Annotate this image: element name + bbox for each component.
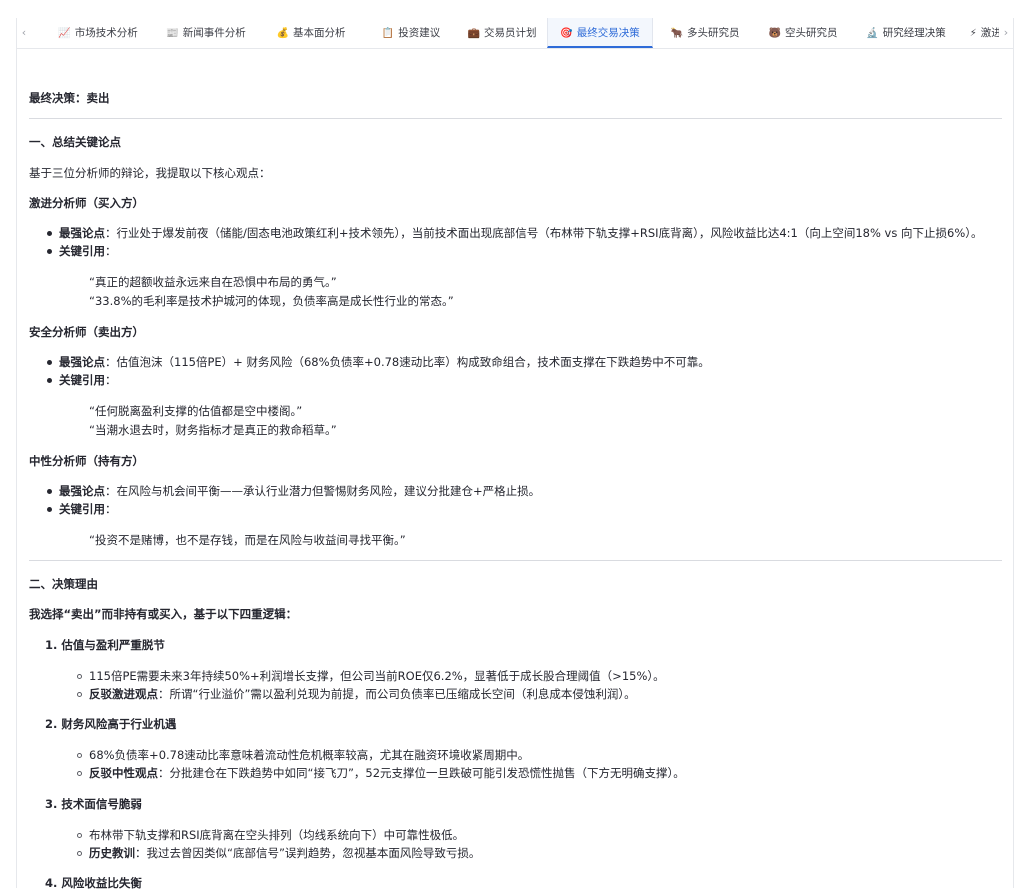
bullet bbox=[47, 378, 52, 383]
sub-bullet bbox=[77, 771, 82, 776]
reason-3-point: 布林带下轨支撑和RSI底背离在空头排列（均线系统向下）中可靠性极低。 bbox=[89, 828, 465, 842]
bullet bbox=[47, 249, 52, 254]
tab-market-technical[interactable]: 📈 市场技术分析 bbox=[45, 18, 151, 48]
bullet bbox=[47, 489, 52, 494]
tab-news-events[interactable]: 📰 新闻事件分析 bbox=[153, 18, 259, 48]
bull-icon: 🐂 bbox=[670, 28, 683, 39]
tab-bar: ‹ 📈 市场技术分析 📰 新闻事件分析 💰 基本面分析 📋 投资建议 💼 交易员计划 🎯 最… bbox=[17, 18, 1013, 49]
tab-fundamentals[interactable]: 💰 基本面分析 bbox=[261, 18, 361, 48]
neutral-key-quote-label: 关键引用： bbox=[59, 502, 117, 516]
reason-4-title: 4. 风险收益比失衡 bbox=[45, 876, 142, 890]
safe-key-quote-label: 关键引用： bbox=[59, 373, 117, 387]
tab-bear-researcher[interactable]: 🐻 空头研究员 bbox=[757, 18, 849, 48]
clipboard-icon: 📋 bbox=[381, 28, 395, 39]
bullet bbox=[47, 231, 52, 236]
bear-icon: 🐻 bbox=[768, 28, 781, 39]
bullet bbox=[47, 360, 52, 365]
safe-quote-1: “任何脱离盈利支撑的估值都是空中楼阁。” bbox=[89, 404, 303, 418]
section1-intro: 基于三位分析师的辩论，我提取以下核心观点： bbox=[29, 166, 271, 180]
chart-icon: 📈 bbox=[58, 28, 71, 39]
briefcase-icon: 💼 bbox=[467, 28, 480, 39]
neutral-quote-1: “投资不是赌博，也不是存钱，而是在风险与收益间寻找平衡。” bbox=[89, 533, 406, 547]
section1-heading: 一、总结关键论点 bbox=[29, 135, 121, 149]
tab-scroll-left-icon[interactable]: ‹ bbox=[17, 18, 31, 48]
sub-bullet bbox=[77, 692, 82, 697]
lightning-icon: ⚡ bbox=[969, 28, 977, 39]
money-bag-icon: 💰 bbox=[276, 28, 289, 39]
reason-1-rebuttal: 反驳激进观点：所谓“行业溢价”需以盈利兑现为前提，而公司负债率已压缩成长空间（利… bbox=[89, 687, 636, 701]
sub-bullet bbox=[77, 851, 82, 856]
section2-intro: 我选择“卖出”而非持有或买入，基于以下四重逻辑： bbox=[29, 607, 298, 621]
tab-container: ‹ 📈 市场技术分析 📰 新闻事件分析 💰 基本面分析 📋 投资建议 💼 交易员计划 🎯 最… bbox=[16, 18, 1014, 890]
target-icon: 🎯 bbox=[560, 28, 573, 39]
tab-final-trade-decision[interactable]: 🎯 最终交易决策 bbox=[547, 18, 653, 48]
reason-2-rebuttal: 反驳中性观点：分批建仓在下跌趋势中如同“接飞刀”，52元支撑位一旦跌破可能引发恐… bbox=[89, 766, 685, 780]
divider bbox=[29, 118, 1002, 119]
aggressive-key-quote-label: 关键引用： bbox=[59, 244, 117, 258]
reason-3-lesson: 历史教训：我过去曾因类似“底部信号”误判趋势，忽视基本面风险导致亏损。 bbox=[89, 846, 481, 860]
aggressive-quote-2: “33.8%的毛利率是技术护城河的体现，负债率高是成长性行业的常态。” bbox=[89, 294, 454, 308]
final-decision-heading: 最终决策：卖出 bbox=[29, 91, 110, 105]
safe-analyst-heading: 安全分析师（卖出方） bbox=[29, 325, 144, 339]
sub-bullet bbox=[77, 753, 82, 758]
aggressive-strong-point: 最强论点：行业处于爆发前夜（储能/固态电池政策红利+技术领先），当前技术面出现底… bbox=[59, 226, 983, 240]
reason-1-title: 1. 估值与盈利严重脱节 bbox=[45, 638, 165, 652]
microscope-icon: 🔬 bbox=[866, 28, 879, 39]
safe-strong-point: 最强论点：估值泡沫（115倍PE）+ 财务风险（68%负债率+0.78速动比率）… bbox=[59, 355, 710, 369]
tab-trader-plan[interactable]: 💼 交易员计划 bbox=[457, 18, 547, 48]
section2-heading: 二、决策理由 bbox=[29, 577, 98, 591]
aggressive-analyst-heading: 激进分析师（买入方） bbox=[29, 196, 144, 210]
reason-2-title: 2. 财务风险高于行业机遇 bbox=[45, 717, 177, 731]
bullet bbox=[47, 507, 52, 512]
tab-aggressive[interactable]: ⚡激进分 bbox=[963, 18, 999, 48]
neutral-analyst-heading: 中性分析师（持有方） bbox=[29, 454, 144, 468]
tab-research-manager[interactable]: 🔬 研究经理决策 bbox=[853, 18, 959, 48]
sub-bullet bbox=[77, 674, 82, 679]
safe-quote-2: “当潮水退去时，财务指标才是真正的救命稻草。” bbox=[89, 423, 337, 437]
reason-1-point: 115倍PE需要未来3年持续50%+利润增长支撑，但公司当前ROE仅6.2%，显… bbox=[89, 669, 665, 683]
reason-3-title: 3. 技术面信号脆弱 bbox=[45, 797, 142, 811]
reason-2-point: 68%负债率+0.78速动比率意味着流动性危机概率较高，尤其在融资环境收紧周期中… bbox=[89, 748, 530, 762]
sub-bullet bbox=[77, 833, 82, 838]
divider bbox=[29, 560, 1002, 561]
tab-bull-researcher[interactable]: 🐂 多头研究员 bbox=[655, 18, 755, 48]
tab-list: 📈 市场技术分析 📰 新闻事件分析 💰 基本面分析 📋 投资建议 💼 交易员计划 🎯 最终交… bbox=[31, 18, 999, 48]
newspaper-icon: 📰 bbox=[166, 28, 179, 39]
aggressive-quote-1: “真正的超额收益永远来自在恐惧中布局的勇气。” bbox=[89, 275, 337, 289]
neutral-strong-point: 最强论点：在风险与机会间平衡——承认行业潜力但警惕财务风险，建议分批建仓+严格止… bbox=[59, 484, 541, 498]
tab-investment-advice[interactable]: 📋 投资建议 bbox=[365, 18, 457, 48]
tab-scroll-right-icon[interactable]: › bbox=[999, 18, 1013, 48]
